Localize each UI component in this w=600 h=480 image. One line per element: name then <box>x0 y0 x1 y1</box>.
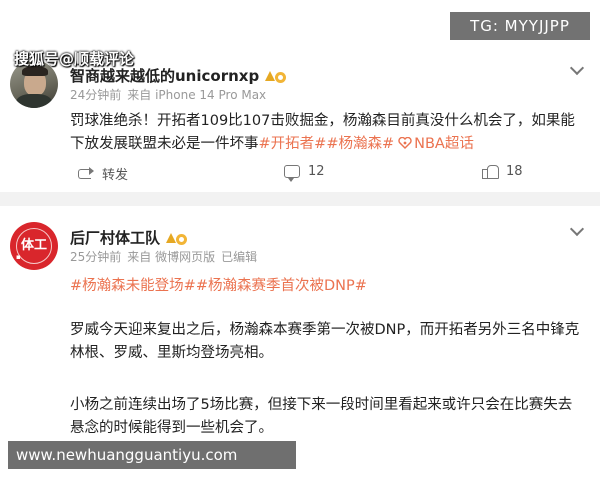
post-hashtags: #杨瀚森未能登场##杨瀚森赛季首次被DNP# <box>70 274 367 295</box>
hashtag-link[interactable]: #杨瀚森未能登场# <box>70 278 196 294</box>
comment-icon <box>284 165 300 182</box>
post-paragraph: 小杨之前连续出场了5场比赛，但接下来一段时间里看起来或许只会在比赛失去悬念的时候… <box>70 397 573 436</box>
post-meta: 24分钟前 来自 iPhone 14 Pro Max <box>70 86 266 103</box>
repost-icon <box>78 166 94 181</box>
hashtag-link[interactable]: #开拓者# <box>259 136 327 152</box>
avatar-shirt <box>16 94 52 108</box>
supertopic-icon <box>398 136 412 149</box>
post-divider <box>0 192 600 206</box>
comment-button[interactable]: 12 <box>284 164 325 182</box>
avatar-logo-text: 体工 <box>20 238 47 253</box>
post-meta: 25分钟前 来自 微博网页版 已编辑 <box>70 248 257 265</box>
post-source: 来自 微博网页版 <box>127 250 216 264</box>
hashtag-link[interactable]: #杨瀚森# <box>326 136 394 152</box>
post-time: 24分钟前 <box>70 88 122 102</box>
vip-crown-icon <box>166 232 192 246</box>
chevron-down-icon[interactable] <box>569 221 585 237</box>
supertopic-link[interactable]: NBA超话 <box>394 136 474 152</box>
post-paragraph: 罗威今天迎来复出之后，杨瀚森本赛季第一次被DNP，而开拓者另外三名中锋克林根、罗… <box>70 322 580 361</box>
author-name[interactable]: 后厂村体工队 <box>70 227 192 248</box>
like-button[interactable]: 18 <box>482 164 523 179</box>
hashtag-link[interactable]: #杨瀚森赛季首次被DNP# <box>196 278 367 294</box>
repost-button[interactable]: 转发 <box>78 164 128 183</box>
chevron-down-icon[interactable] <box>569 60 585 76</box>
weibo-post-2: 体工 ▪ 后厂村体工队 25分钟前 来自 微博网页版 已编辑 #杨瀚森未能登场##杨… <box>0 206 600 480</box>
telegram-watermark: TG: MYYJJPP <box>450 12 590 40</box>
post-text: 罚球准绝杀！开拓者109比107击败掘金，杨瀚森目前真没什么机会了，如果能下放发… <box>70 113 575 152</box>
edited-label: 已编辑 <box>221 250 258 264</box>
post-actions: 转发 12 18 <box>0 164 600 186</box>
site-url-watermark: www.newhuangguantiyu.com <box>8 441 296 469</box>
post-time: 25分钟前 <box>70 250 122 264</box>
vip-crown-icon <box>265 70 291 84</box>
user-avatar[interactable]: 体工 ▪ <box>10 222 58 270</box>
thumbs-up-icon <box>482 164 499 179</box>
avatar-logo-mark: ▪ <box>16 253 21 261</box>
post-source: 来自 iPhone 14 Pro Max <box>127 88 267 102</box>
sohu-watermark: 搜狐号@顺载评论 <box>14 50 135 68</box>
